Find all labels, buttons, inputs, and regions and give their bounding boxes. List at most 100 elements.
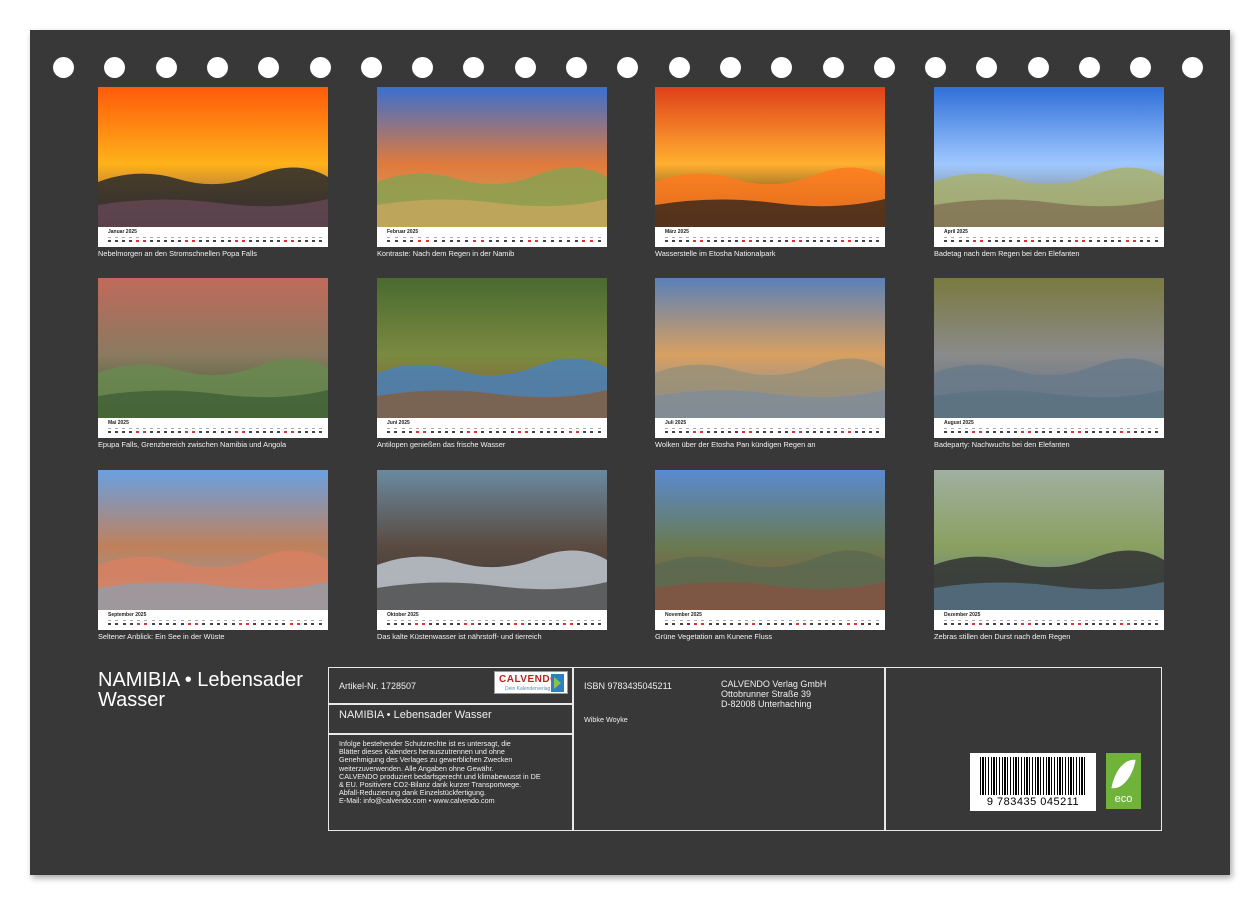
day-cell <box>418 237 421 243</box>
day-cell <box>714 237 717 243</box>
month-page: Mai 2025 Epupa Falls, Grenzbereich zwisch… <box>98 278 328 456</box>
day-cell <box>143 428 146 434</box>
day-cell <box>575 237 578 243</box>
day-cell <box>263 428 266 434</box>
day-cell <box>503 428 506 434</box>
month-calendar-strip: Oktober 2025 <box>377 610 607 630</box>
day-cell <box>868 620 871 626</box>
day-cell <box>1035 620 1038 626</box>
day-cell <box>115 428 118 434</box>
day-cell <box>507 620 510 626</box>
day-cell <box>862 237 865 243</box>
day-cell <box>1092 428 1095 434</box>
day-cell <box>500 620 503 626</box>
month-caption: Antilopen genießen das frische Wasser <box>377 440 506 449</box>
day-cell <box>1155 428 1158 434</box>
month-photo <box>377 278 607 418</box>
day-cell <box>972 620 975 626</box>
day-cell <box>115 237 118 243</box>
day-cell <box>818 620 821 626</box>
day-cell <box>464 620 467 626</box>
month-photo <box>934 87 1164 227</box>
day-cell <box>422 620 425 626</box>
day-cell <box>181 620 184 626</box>
day-cell <box>549 620 552 626</box>
day-cell <box>108 428 111 434</box>
day-cell <box>305 428 308 434</box>
leaf-shape <box>1111 756 1136 792</box>
day-cell <box>188 620 191 626</box>
day-cell <box>1007 428 1010 434</box>
day-cell <box>185 237 188 243</box>
day-row <box>387 428 601 436</box>
day-cell <box>489 237 492 243</box>
day-cell <box>457 620 460 626</box>
day-cell <box>442 237 445 243</box>
day-cell <box>290 620 293 626</box>
day-cell <box>199 237 202 243</box>
day-cell <box>1057 620 1060 626</box>
day-cell <box>834 237 837 243</box>
day-cell <box>528 237 531 243</box>
day-cell <box>763 237 766 243</box>
binding-hole <box>771 57 793 78</box>
day-cell <box>496 428 499 434</box>
day-cell <box>410 237 413 243</box>
binding-hole <box>104 57 126 78</box>
isbn-text: ISBN 9783435045211 <box>584 681 672 691</box>
day-cell <box>1000 620 1003 626</box>
day-cell <box>803 620 806 626</box>
day-cell <box>1064 428 1067 434</box>
day-cell <box>810 620 813 626</box>
legal-line: E-Mail: info@calvendo.com • www.calvendo… <box>339 796 495 806</box>
binding-hole <box>155 57 177 78</box>
day-cell <box>1148 428 1151 434</box>
day-cell <box>1031 237 1034 243</box>
day-cell <box>1140 237 1143 243</box>
day-cell <box>256 428 259 434</box>
day-cell <box>443 620 446 626</box>
day-cell <box>1085 620 1088 626</box>
day-cell <box>1078 428 1081 434</box>
day-cell <box>1014 620 1017 626</box>
logo-subtitle: Dein Kalenderverlag <box>505 686 551 692</box>
day-cell <box>408 620 411 626</box>
day-cell <box>986 428 989 434</box>
day-cell <box>253 620 256 626</box>
day-cell <box>855 428 858 434</box>
day-cell <box>129 428 132 434</box>
day-cell <box>242 237 245 243</box>
day-cell <box>944 237 947 243</box>
day-cell <box>304 620 307 626</box>
day-cell <box>966 237 969 243</box>
month-label: November 2025 <box>665 612 702 618</box>
day-cell <box>861 620 864 626</box>
day-cell <box>1053 237 1056 243</box>
day-cell <box>1014 428 1017 434</box>
day-cell <box>672 428 675 434</box>
day-cell <box>164 237 167 243</box>
month-caption: Kontraste: Nach dem Regen in der Namib <box>377 249 515 258</box>
month-photo <box>377 470 607 610</box>
binding-hole <box>1079 57 1100 78</box>
day-cell <box>1002 237 1005 243</box>
day-cell <box>570 620 573 626</box>
day-cell <box>1120 620 1123 626</box>
day-cell <box>749 428 752 434</box>
day-cell <box>563 620 566 626</box>
day-cell <box>312 428 315 434</box>
day-row <box>665 428 879 436</box>
month-photo <box>98 87 328 227</box>
month-caption: Epupa Falls, Grenzbereich zwischen Namib… <box>98 440 287 449</box>
day-cell <box>1075 237 1078 243</box>
day-cell <box>1127 428 1130 434</box>
month-calendar-strip: Februar 2025 <box>377 227 607 247</box>
day-cell <box>228 428 231 434</box>
day-cell <box>387 620 390 626</box>
day-cell <box>951 428 954 434</box>
day-cell <box>426 237 429 243</box>
month-caption: Badeparty: Nachwuchs bei den Elefanten <box>934 440 1070 449</box>
day-cell <box>520 237 523 243</box>
day-cell <box>450 237 453 243</box>
day-cell <box>173 620 176 626</box>
